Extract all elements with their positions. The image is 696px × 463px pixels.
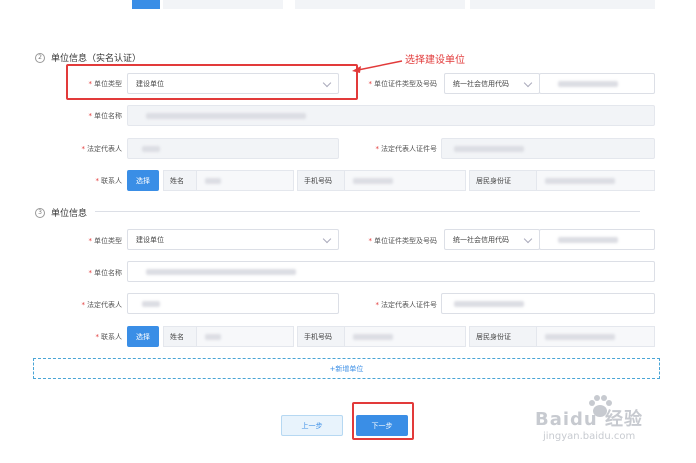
watermark-brand: Baidu 经验 [535,409,644,430]
unit-name-input[interactable] [127,105,655,126]
legal-rep-input[interactable] [127,293,339,314]
add-unit-button[interactable]: +新增单位 [33,358,660,379]
chevron-down-icon [322,234,332,244]
contact-name-label: 姓名 [163,326,197,347]
id-number-input[interactable] [536,326,655,347]
next-step-button[interactable]: 下一步 [356,415,408,436]
phone-input[interactable] [344,326,466,347]
chevron-down-icon [523,78,533,88]
legal-rep-id-label: * 法定代表人证件号 [375,301,438,309]
phone-label: 手机号码 [297,326,345,347]
section-2-title: 2 单位信息（实名认证） [35,51,141,64]
annotation-arrow-icon [352,60,403,73]
cert-type-value: 统一社会信用代码 [453,235,509,244]
legal-rep-id-label: * 法定代表人证件号 [375,145,438,153]
unit-name-label: * 单位名称 [88,269,123,277]
prev-step-label: 上一步 [301,421,323,430]
unit-name-label: * 单位名称 [88,112,123,120]
section-number: 2 [35,52,45,63]
highlight-box [66,64,358,100]
legal-rep-input[interactable] [127,138,339,159]
section-number: 3 [35,207,45,218]
legal-rep-id-input[interactable] [441,138,655,159]
id-type-label: 居民身份证 [469,326,537,347]
chevron-down-icon [523,234,533,244]
top-cell [470,0,655,9]
legal-rep-label: * 法定代表人 [81,145,123,153]
section-divider [95,211,640,212]
top-cropped-row [125,0,655,10]
unit-type-label: * 单位类型 [88,237,123,245]
annotation-text: 选择建设单位 [405,55,465,66]
cert-type-select[interactable]: 统一社会信用代码 [444,229,540,250]
cert-type-label: * 单位证件类型及号码 [368,80,438,88]
watermark-url: jingyan.baidu.com [543,431,636,442]
select-contact-button[interactable]: 选择 [127,326,159,347]
select-contact-button[interactable]: 选择 [127,170,159,191]
add-unit-label: +新增单位 [329,364,364,373]
contact-name-label: 姓名 [163,170,197,191]
cert-type-select[interactable]: 统一社会信用代码 [444,73,540,94]
top-cell [295,0,465,9]
section-title-text: 单位信息 [51,209,88,219]
contact-label: * 联系人 [95,333,123,341]
contact-name-input[interactable] [196,326,294,347]
unit-type-value: 建设单位 [136,235,164,244]
cert-number-input[interactable] [539,229,655,250]
legal-rep-label: * 法定代表人 [81,301,123,309]
unit-name-input[interactable] [127,261,655,282]
phone-input[interactable] [344,170,466,191]
id-number-input[interactable] [536,170,655,191]
phone-label: 手机号码 [297,170,345,191]
cert-type-label: * 单位证件类型及号码 [368,237,438,245]
top-select-button[interactable] [132,0,160,9]
contact-name-input[interactable] [196,170,294,191]
section-3-title: 3 单位信息 [35,206,87,219]
cert-type-value: 统一社会信用代码 [453,79,509,88]
prev-step-button[interactable]: 上一步 [281,415,343,436]
baidu-watermark: Baidu 经验 jingyan.baidu.com [535,393,685,453]
top-cell [163,0,283,9]
unit-type-select[interactable]: 建设单位 [127,229,339,250]
cert-number-input[interactable] [539,73,655,94]
contact-label: * 联系人 [95,177,123,185]
section-title-text: 单位信息（实名认证） [51,54,142,64]
legal-rep-id-input[interactable] [441,293,655,314]
id-type-label: 居民身份证 [469,170,537,191]
